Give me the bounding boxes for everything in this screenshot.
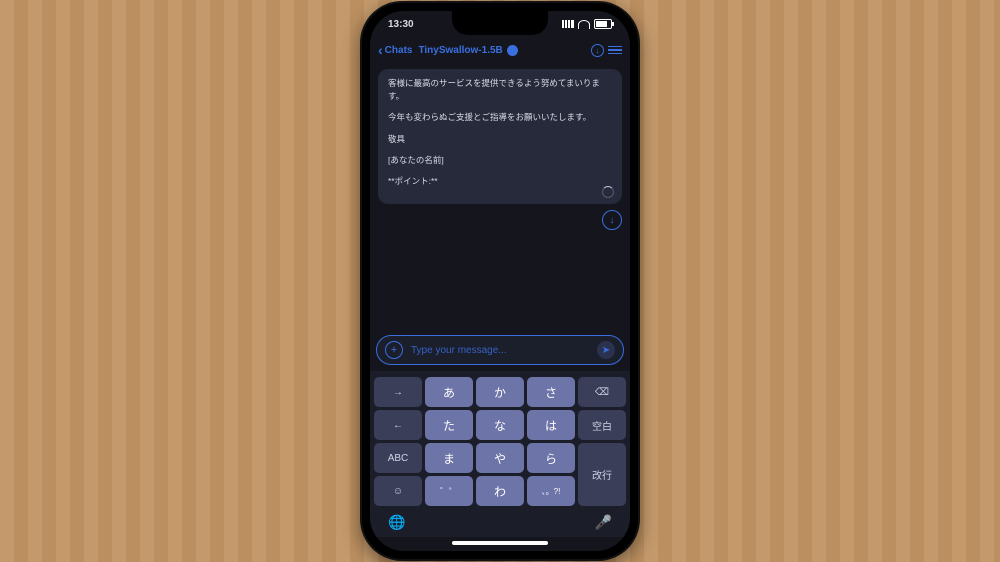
key-emoji[interactable]: ☺	[374, 476, 422, 506]
key-cursor-left[interactable]: ←	[374, 410, 422, 440]
menu-button[interactable]	[608, 46, 622, 55]
key-ya[interactable]: や	[476, 443, 524, 473]
download-icon[interactable]	[591, 44, 604, 57]
key-dakuten[interactable]: ゛゜	[425, 476, 473, 506]
key-na[interactable]: な	[476, 410, 524, 440]
back-label: Chats	[385, 45, 413, 56]
attach-button[interactable]: +	[385, 341, 403, 359]
scroll-to-bottom-button[interactable]: ↓	[602, 210, 622, 230]
phone-frame: 13:30 ‹ Chats TinySwallow-1.5B 客様に最高のサービ…	[360, 1, 640, 561]
globe-button[interactable]: 🌐	[388, 514, 405, 531]
chevron-left-icon: ‹	[378, 43, 383, 57]
key-wa[interactable]: わ	[476, 476, 524, 506]
key-space[interactable]: 空白	[578, 410, 626, 440]
screen: 13:30 ‹ Chats TinySwallow-1.5B 客様に最高のサービ…	[370, 11, 630, 551]
key-ma[interactable]: ま	[425, 443, 473, 473]
key-a[interactable]: あ	[425, 377, 473, 407]
key-candidate[interactable]: →	[374, 377, 422, 407]
msg-line: 敬具	[388, 133, 612, 146]
keyboard-bottom-row: 🌐 🎤	[374, 510, 626, 533]
back-button[interactable]: ‹ Chats	[378, 43, 412, 57]
key-ra[interactable]: ら	[527, 443, 575, 473]
msg-line: 今年も変わらぬご支援とご指導をお願いいたします。	[388, 111, 612, 124]
page-title: TinySwallow-1.5B	[418, 45, 502, 56]
keyboard: → あ か さ ⌫ ← た な は 空白 ABC ま や ら 改行 ☺ ゛゜	[370, 371, 630, 537]
loading-spinner-icon	[602, 186, 614, 198]
battery-icon	[594, 19, 612, 29]
send-button[interactable]: ➤	[597, 341, 615, 359]
message-input-row: + Type your message... ➤	[376, 335, 624, 365]
message-input[interactable]: Type your message...	[411, 345, 589, 356]
key-punct[interactable]: 、。?!	[527, 476, 575, 506]
chat-area: 客様に最高のサービスを提供できるよう努めてまいります。 今年も変わらぬご支援とご…	[370, 63, 630, 329]
keyboard-grid: → あ か さ ⌫ ← た な は 空白 ABC ま や ら 改行 ☺ ゛゜	[374, 377, 626, 506]
key-abc[interactable]: ABC	[374, 443, 422, 473]
mic-button[interactable]: 🎤	[595, 514, 612, 531]
signal-icon	[562, 20, 574, 28]
nav-bar: ‹ Chats TinySwallow-1.5B	[370, 37, 630, 63]
msg-line: **ポイント:**	[388, 175, 612, 188]
home-indicator[interactable]	[452, 541, 548, 545]
key-ha[interactable]: は	[527, 410, 575, 440]
key-return[interactable]: 改行	[578, 443, 626, 506]
clock: 13:30	[388, 19, 414, 30]
key-backspace[interactable]: ⌫	[578, 377, 626, 407]
msg-line: [あなたの名前]	[388, 154, 612, 167]
key-ka[interactable]: か	[476, 377, 524, 407]
status-indicators	[562, 19, 612, 29]
wifi-icon	[578, 20, 590, 29]
msg-line: 客様に最高のサービスを提供できるよう努めてまいります。	[388, 77, 612, 103]
model-status-icon	[507, 45, 518, 56]
key-ta[interactable]: た	[425, 410, 473, 440]
key-sa[interactable]: さ	[527, 377, 575, 407]
notch	[452, 11, 548, 35]
assistant-message: 客様に最高のサービスを提供できるよう努めてまいります。 今年も変わらぬご支援とご…	[378, 69, 622, 204]
